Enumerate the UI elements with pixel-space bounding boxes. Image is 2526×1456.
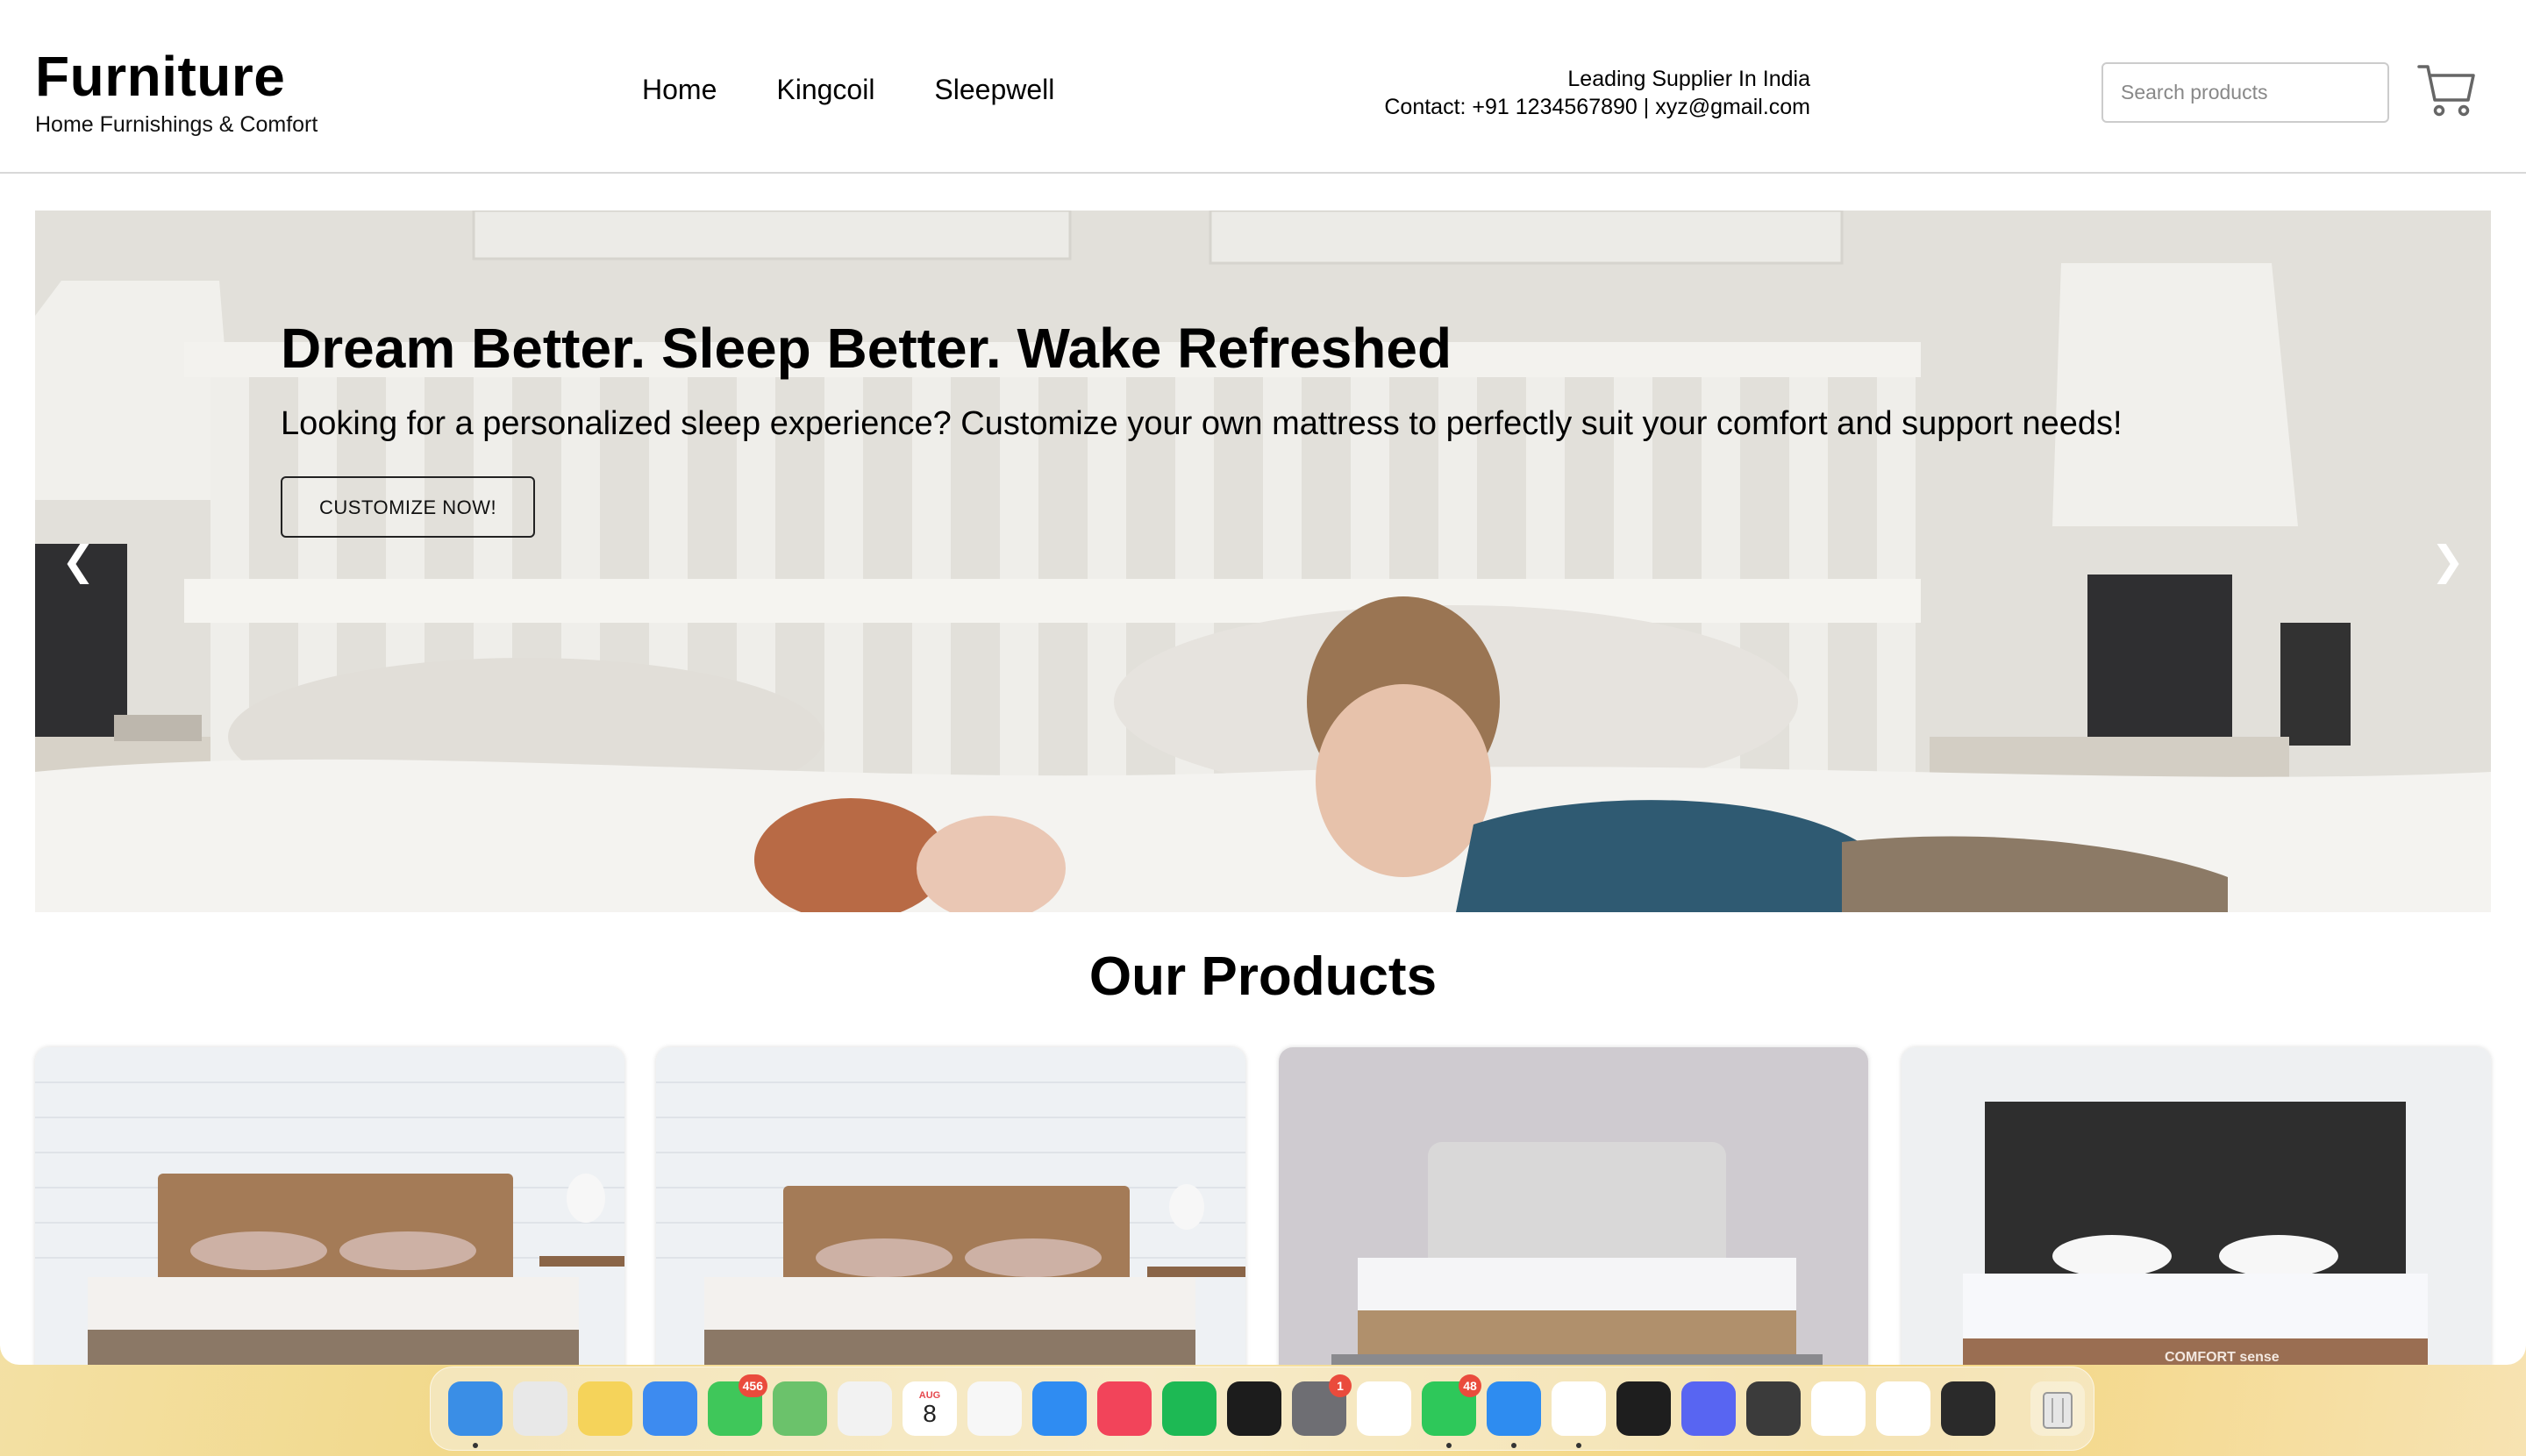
- trash-icon[interactable]: [2030, 1381, 2085, 1436]
- product-card[interactable]: [656, 1047, 1245, 1365]
- launchpad-icon[interactable]: [513, 1381, 567, 1436]
- product-brand-label: COMFORT sense: [2165, 1350, 2280, 1365]
- main-nav: Home Kingcoil Sleepwell: [642, 74, 1114, 106]
- messages-icon[interactable]: 456: [708, 1374, 767, 1436]
- product-image: [656, 1047, 1245, 1365]
- clock-icon[interactable]: [1227, 1381, 1281, 1436]
- vscode-icon[interactable]: [1552, 1381, 1606, 1448]
- maps-icon[interactable]: [773, 1381, 827, 1436]
- nav-kingcoil[interactable]: Kingcoil: [776, 74, 874, 106]
- nav-sleepwell[interactable]: Sleepwell: [934, 74, 1054, 106]
- running-indicator: [473, 1443, 478, 1448]
- hero-subtitle: Looking for a personalized sleep experie…: [281, 405, 2123, 442]
- contact-info: Leading Supplier In India Contact: +91 1…: [1384, 65, 1810, 121]
- customize-now-button[interactable]: CUSTOMIZE NOW!: [281, 476, 536, 538]
- running-indicator: [1576, 1443, 1581, 1448]
- app-store-icon[interactable]: [1032, 1381, 1087, 1436]
- notification-badge: 1: [1329, 1374, 1352, 1397]
- opera-icon[interactable]: [1811, 1381, 1866, 1436]
- calendar-icon[interactable]: AUG 8: [903, 1381, 957, 1436]
- hero-title: Dream Better. Sleep Better. Wake Refresh…: [281, 317, 1452, 380]
- reminders-icon[interactable]: [967, 1381, 1022, 1436]
- brand-title[interactable]: Furniture: [35, 44, 285, 109]
- notification-badge: 48: [1459, 1374, 1481, 1397]
- product-image: COMFORT sense: [1902, 1047, 2491, 1365]
- product-card[interactable]: [35, 1047, 624, 1365]
- cart-icon[interactable]: [2415, 58, 2479, 121]
- excel-icon[interactable]: [1876, 1381, 1930, 1436]
- browser-page: Furniture Home Furnishings & Comfort Hom…: [0, 0, 2526, 1365]
- hero-carousel: Dream Better. Sleep Better. Wake Refresh…: [35, 211, 2491, 912]
- notification-badge: 456: [738, 1374, 767, 1397]
- hero-text: Dream Better. Sleep Better. Wake Refresh…: [281, 316, 2123, 538]
- product-card[interactable]: [1279, 1047, 1868, 1365]
- notes-icon[interactable]: [578, 1381, 632, 1436]
- contact-details: Contact: +91 1234567890 | xyz@gmail.com: [1384, 95, 1810, 119]
- quicktime-icon[interactable]: [1941, 1381, 1995, 1436]
- product-card[interactable]: COMFORT sense: [1902, 1047, 2491, 1365]
- carousel-prev-arrow-icon[interactable]: ❮: [61, 537, 96, 584]
- sublime-text-icon[interactable]: [1746, 1381, 1801, 1436]
- product-image: [1279, 1047, 1868, 1365]
- mail-icon[interactable]: [643, 1381, 697, 1436]
- search-input[interactable]: [2101, 62, 2389, 123]
- calendar-day: 8: [923, 1400, 937, 1427]
- product-image: [35, 1047, 624, 1365]
- running-indicator: [1446, 1443, 1452, 1448]
- products-section-title: Our Products: [1088, 946, 1438, 1007]
- spotify-icon[interactable]: [1162, 1381, 1217, 1436]
- discord-icon[interactable]: [1681, 1381, 1736, 1436]
- whatsapp-icon[interactable]: 48: [1422, 1374, 1481, 1448]
- music-icon[interactable]: [1097, 1381, 1152, 1436]
- figma-icon[interactable]: [1616, 1381, 1671, 1436]
- safari-icon[interactable]: [1487, 1381, 1541, 1448]
- system-settings-icon[interactable]: 1: [1292, 1374, 1352, 1436]
- site-header: Furniture Home Furnishings & Comfort Hom…: [0, 0, 2526, 174]
- running-indicator: [1511, 1443, 1516, 1448]
- carousel-next-arrow-icon[interactable]: ❯: [2430, 537, 2465, 584]
- chrome-icon[interactable]: [1357, 1381, 1411, 1436]
- photos-icon[interactable]: [838, 1381, 892, 1436]
- brand-subtitle: Home Furnishings & Comfort: [35, 112, 318, 137]
- macos-dock: 456 AUG 8 1 48: [430, 1367, 2094, 1451]
- finder-icon[interactable]: [448, 1381, 503, 1448]
- supplier-tagline: Leading Supplier In India: [1567, 67, 1810, 91]
- nav-home[interactable]: Home: [642, 74, 717, 106]
